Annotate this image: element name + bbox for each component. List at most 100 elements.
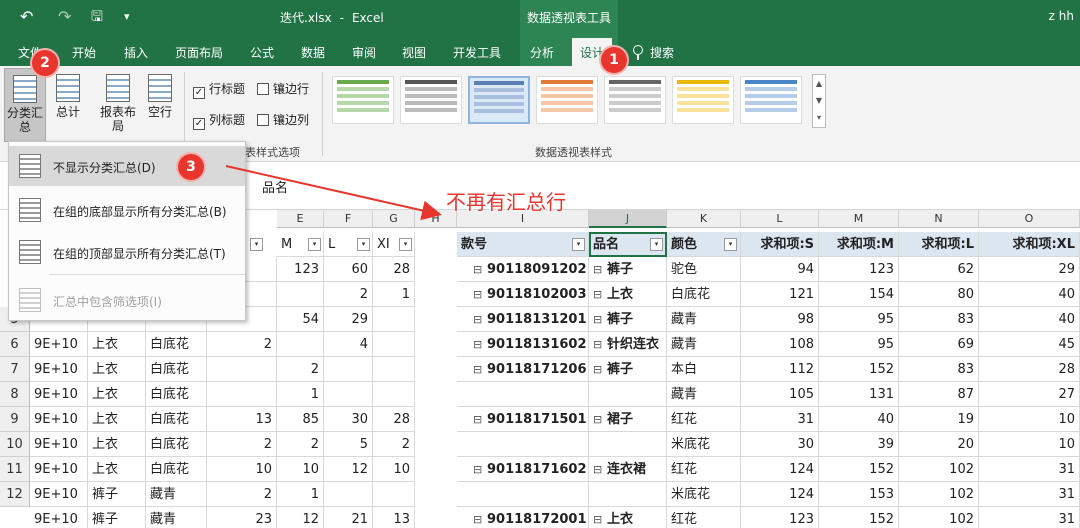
- pivot-header-cell[interactable]: 求和项:XL: [979, 232, 1080, 257]
- table-cell[interactable]: 9E+10: [30, 357, 88, 382]
- pivot-cell[interactable]: 62: [899, 257, 979, 282]
- menu-item-no-subtotals[interactable]: 不显示分类汇总(D): [9, 146, 245, 186]
- pivot-style-tile[interactable]: [400, 76, 462, 124]
- banded-columns-checkbox[interactable]: 镶边列: [257, 112, 309, 128]
- table-cell[interactable]: 2: [207, 482, 277, 507]
- collapse-icon[interactable]: ⊟: [593, 282, 602, 306]
- blank-rows-button[interactable]: 空行: [144, 68, 176, 142]
- pivot-cell[interactable]: 95: [819, 307, 899, 332]
- search-icon[interactable]: [633, 45, 643, 60]
- pivot-cell[interactable]: 102: [899, 457, 979, 482]
- table-cell[interactable]: [373, 357, 415, 382]
- table-cell[interactable]: [373, 382, 415, 407]
- pivot-cell[interactable]: 80: [899, 282, 979, 307]
- column-header[interactable]: E: [277, 210, 324, 228]
- pivot-cell[interactable]: 152: [819, 507, 899, 528]
- pivot-cell[interactable]: ⊟ 90118171501: [457, 407, 589, 432]
- table-cell[interactable]: 2: [207, 432, 277, 457]
- table-cell[interactable]: 上衣: [88, 407, 146, 432]
- report-layout-button[interactable]: 报表布局: [96, 68, 140, 142]
- column-header[interactable]: F: [324, 210, 373, 228]
- table-cell[interactable]: 28: [373, 407, 415, 432]
- pivot-cell[interactable]: 105: [741, 382, 819, 407]
- column-header[interactable]: L: [741, 210, 819, 228]
- collapse-icon[interactable]: ⊟: [593, 507, 602, 528]
- pivot-header-cell[interactable]: 求和项:S: [741, 232, 819, 257]
- table-cell[interactable]: 12: [277, 507, 324, 528]
- pivot-cell[interactable]: 29: [979, 257, 1080, 282]
- collapse-icon[interactable]: ⊟: [473, 407, 482, 431]
- table-cell[interactable]: 13: [373, 507, 415, 528]
- pivot-cell[interactable]: 45: [979, 332, 1080, 357]
- pivot-cell[interactable]: 102: [899, 507, 979, 528]
- table-header-cell[interactable]: XI ▾: [373, 232, 415, 257]
- table-cell[interactable]: [373, 307, 415, 332]
- row-header[interactable]: 7: [0, 357, 30, 382]
- table-cell[interactable]: 白底花: [146, 432, 207, 457]
- pivot-cell[interactable]: 112: [741, 357, 819, 382]
- table-cell[interactable]: 白底花: [146, 382, 207, 407]
- pivot-cell[interactable]: 39: [819, 432, 899, 457]
- pivot-cell[interactable]: 米底花: [667, 432, 741, 457]
- table-cell[interactable]: 60: [324, 257, 373, 282]
- pivot-cell[interactable]: 87: [899, 382, 979, 407]
- pivot-cell[interactable]: ⊟ 90118172001: [457, 507, 589, 528]
- pivot-cell[interactable]: ⊟ 连衣裙: [589, 457, 667, 482]
- pivot-cell[interactable]: 94: [741, 257, 819, 282]
- table-cell[interactable]: 10: [277, 457, 324, 482]
- collapse-icon[interactable]: ⊟: [473, 357, 482, 381]
- table-cell[interactable]: 9E+10: [30, 432, 88, 457]
- collapse-icon[interactable]: ⊟: [473, 282, 482, 306]
- table-cell[interactable]: 裤子: [88, 507, 146, 528]
- table-cell[interactable]: 23: [207, 507, 277, 528]
- table-cell[interactable]: 1: [277, 382, 324, 407]
- pivot-cell[interactable]: 19: [899, 407, 979, 432]
- tab-page-layout[interactable]: 页面布局: [175, 44, 223, 61]
- tab-review[interactable]: 审阅: [352, 44, 376, 61]
- grand-totals-button[interactable]: 总计: [50, 68, 86, 142]
- collapse-icon[interactable]: ⊟: [593, 307, 602, 331]
- pivot-cell[interactable]: 123: [819, 257, 899, 282]
- pivot-cell[interactable]: 白底花: [667, 282, 741, 307]
- pivot-style-tile[interactable]: [536, 76, 598, 124]
- table-cell[interactable]: [324, 482, 373, 507]
- collapse-icon[interactable]: ⊟: [593, 407, 602, 431]
- pivot-filter-dropdown-icon[interactable]: ▾: [572, 238, 585, 251]
- pivot-cell[interactable]: 10: [979, 407, 1080, 432]
- table-cell[interactable]: 10: [373, 457, 415, 482]
- collapse-icon[interactable]: ⊟: [473, 332, 482, 356]
- save-icon[interactable]: 🖫: [91, 6, 103, 28]
- table-cell[interactable]: 上衣: [88, 357, 146, 382]
- table-cell[interactable]: [324, 357, 373, 382]
- table-cell[interactable]: 白底花: [146, 357, 207, 382]
- row-header[interactable]: 8: [0, 382, 30, 407]
- pivot-cell[interactable]: 152: [819, 357, 899, 382]
- pivot-cell[interactable]: ⊟ 90118091202: [457, 257, 589, 282]
- pivot-style-tile[interactable]: [672, 76, 734, 124]
- pivot-cell[interactable]: 31: [979, 457, 1080, 482]
- table-cell[interactable]: 21: [324, 507, 373, 528]
- pivot-cell[interactable]: 藏青: [667, 307, 741, 332]
- column-header[interactable]: O: [979, 210, 1080, 228]
- pivot-cell[interactable]: ⊟ 90118131602: [457, 332, 589, 357]
- pivot-cell[interactable]: 31: [979, 482, 1080, 507]
- pivot-cell[interactable]: [589, 382, 667, 407]
- pivot-style-tile-selected[interactable]: [468, 76, 530, 124]
- pivot-cell[interactable]: 红花: [667, 407, 741, 432]
- table-cell[interactable]: 2: [207, 332, 277, 357]
- pivot-cell[interactable]: 藏青: [667, 332, 741, 357]
- tab-developer[interactable]: 开发工具: [453, 44, 501, 61]
- pivot-cell[interactable]: 40: [979, 307, 1080, 332]
- row-header[interactable]: 11: [0, 457, 30, 482]
- pivot-cell[interactable]: ⊟ 裤子: [589, 357, 667, 382]
- table-cell[interactable]: 9E+10: [30, 332, 88, 357]
- table-cell[interactable]: 4: [324, 332, 373, 357]
- pivot-cell[interactable]: 31: [979, 507, 1080, 528]
- pivot-cell[interactable]: [589, 482, 667, 507]
- table-cell[interactable]: 28: [373, 257, 415, 282]
- column-headers-checkbox[interactable]: ✓ 列标题: [193, 112, 245, 130]
- column-header[interactable]: G: [373, 210, 415, 228]
- table-cell[interactable]: 1: [373, 282, 415, 307]
- pivot-cell[interactable]: ⊟ 裙子: [589, 407, 667, 432]
- pivot-cell[interactable]: [589, 432, 667, 457]
